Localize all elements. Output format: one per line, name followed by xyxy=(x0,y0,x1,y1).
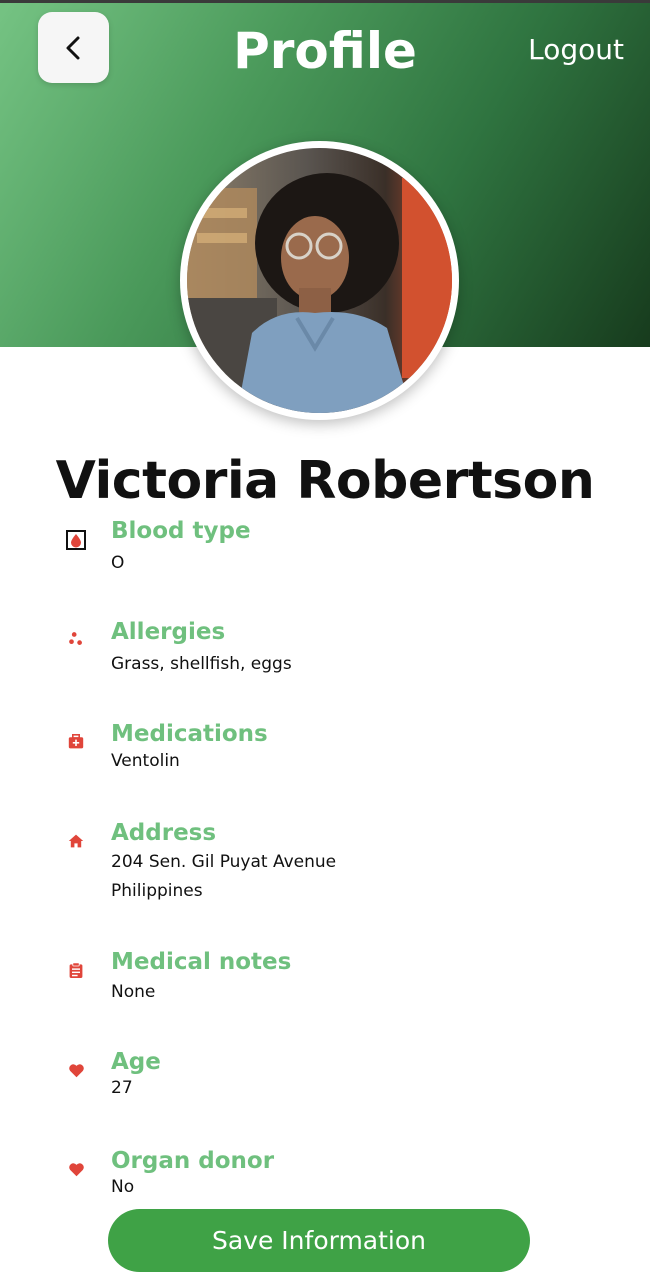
field-value: Grass, shellfish, eggs xyxy=(111,654,292,674)
field-value: No xyxy=(111,1177,135,1197)
profile-name: Victoria Robertson xyxy=(55,451,595,511)
field-value-line1: 204 Sen. Gil Puyat Avenue xyxy=(111,852,337,872)
field-label: Organ donor xyxy=(111,1148,275,1174)
field-blood-type: Blood type O xyxy=(0,516,650,576)
field-label: Medical notes xyxy=(111,949,292,975)
field-value: None xyxy=(111,982,156,1002)
avatar xyxy=(180,141,459,420)
field-label: Address xyxy=(111,820,217,846)
field-value: O xyxy=(111,553,125,573)
field-label: Age xyxy=(111,1049,161,1075)
field-age: Age 27 xyxy=(0,1047,650,1107)
heart-icon xyxy=(66,1159,86,1179)
field-value: Ventolin xyxy=(111,751,180,771)
clipboard-icon xyxy=(66,960,86,980)
field-label: Medications xyxy=(111,721,268,747)
field-value: 27 xyxy=(111,1078,133,1098)
logout-button[interactable]: Logout xyxy=(528,30,624,70)
field-medications: Medications Ventolin xyxy=(0,719,650,779)
field-organ-donor: Organ donor No xyxy=(0,1146,650,1206)
allergens-icon xyxy=(66,629,86,649)
profile-photo xyxy=(187,148,452,413)
field-address: Address 204 Sen. Gil Puyat Avenue Philip… xyxy=(0,818,650,908)
heart-icon xyxy=(66,1060,86,1080)
blood-drop-icon xyxy=(66,530,86,550)
medical-kit-icon xyxy=(66,732,86,752)
save-information-button[interactable]: Save Information xyxy=(108,1209,530,1272)
field-label: Blood type xyxy=(111,518,251,544)
home-icon xyxy=(66,831,86,851)
field-label: Allergies xyxy=(111,619,226,645)
field-value-line2: Philippines xyxy=(111,881,203,901)
field-allergies: Allergies Grass, shellfish, eggs xyxy=(0,617,650,677)
field-medical-notes: Medical notes None xyxy=(0,947,650,1007)
